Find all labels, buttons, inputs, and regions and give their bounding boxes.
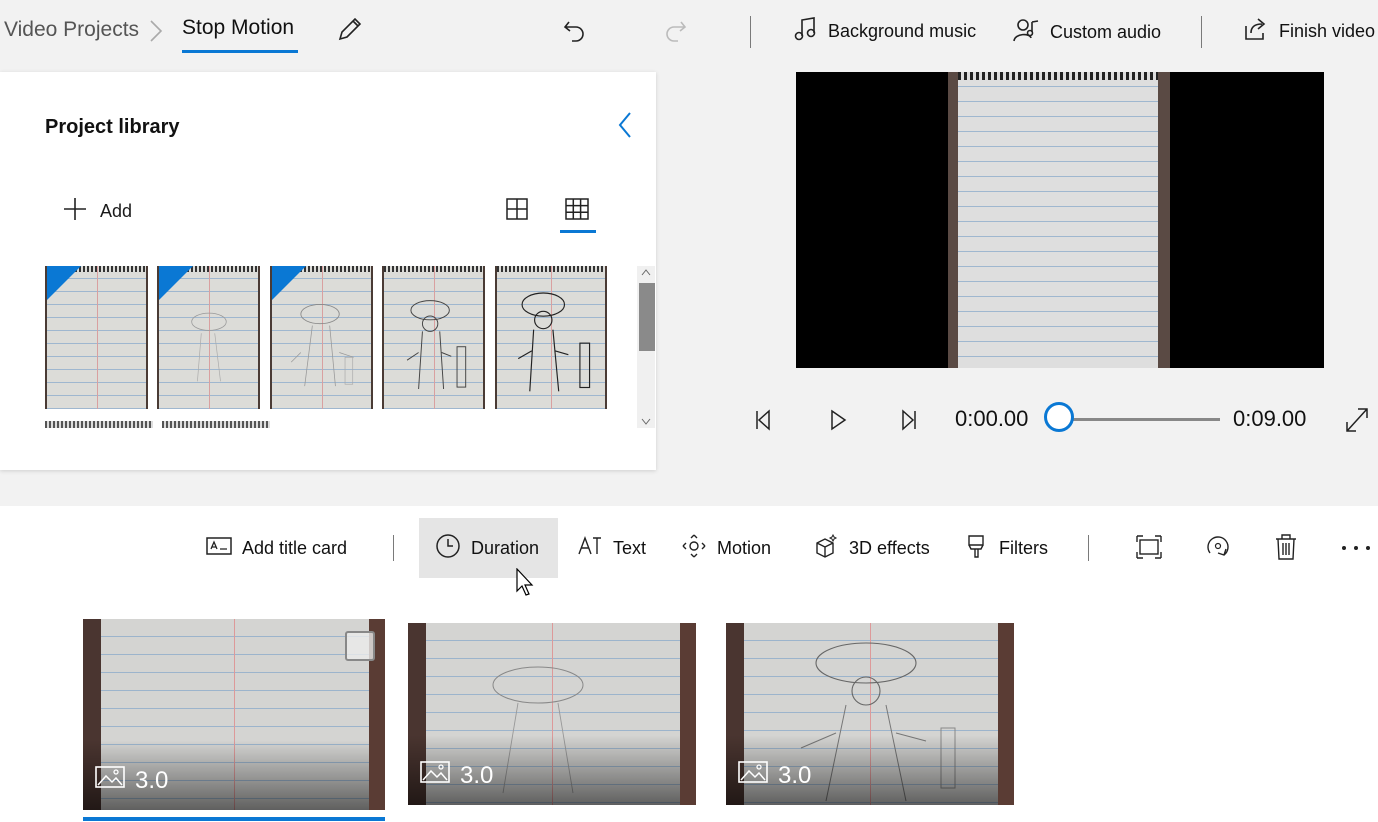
storyboard-clip[interactable]: 3.0 <box>408 623 696 805</box>
chevron-left-icon[interactable] <box>612 110 638 145</box>
text-icon <box>577 534 603 563</box>
chevron-right-icon <box>148 18 164 49</box>
toolbar-divider <box>1201 16 1202 48</box>
unused-media-corner-icon <box>272 266 306 300</box>
storyboard-clip[interactable]: 3.0 <box>83 619 385 810</box>
breadcrumb-current-underline <box>182 50 298 53</box>
3d-effects-icon <box>813 533 839 564</box>
toolbar-divider <box>1088 535 1089 561</box>
large-grid-view-icon[interactable] <box>505 197 529 226</box>
library-thumbnail-partial[interactable] <box>162 421 270 428</box>
finish-video-button[interactable]: Finish video <box>1243 16 1375 47</box>
storyboard-clip[interactable]: 3.0 <box>726 623 1014 805</box>
clip-select-checkbox[interactable] <box>345 631 375 661</box>
previous-frame-icon[interactable] <box>752 406 776 439</box>
music-note-icon <box>794 16 818 47</box>
text-button[interactable]: Text <box>577 530 646 566</box>
rotate-icon[interactable] <box>1204 533 1232 566</box>
top-bar: Video Projects Stop Motion Background mu… <box>0 0 1378 62</box>
clip-selected-indicator <box>83 817 385 821</box>
toolbar-divider <box>750 16 751 48</box>
delete-icon[interactable] <box>1274 533 1298 566</box>
fullscreen-icon[interactable] <box>1344 406 1370 439</box>
scroll-up-icon <box>641 269 651 276</box>
breadcrumb-current[interactable]: Stop Motion <box>182 16 294 40</box>
motion-label: Motion <box>717 537 772 558</box>
total-time: 0:09.00 <box>1233 406 1307 431</box>
person-audio-icon <box>1012 16 1040 49</box>
text-label: Text <box>613 537 647 558</box>
clip-duration: 3.0 <box>135 766 169 794</box>
clip-duration: 3.0 <box>460 761 494 789</box>
brush-icon <box>965 533 989 564</box>
add-media-label: Add <box>100 201 133 221</box>
unused-media-corner-icon <box>47 266 81 300</box>
clip-info: 3.0 <box>738 760 811 791</box>
add-title-card-label: Add title card <box>242 537 348 558</box>
clip-info: 3.0 <box>95 765 168 796</box>
undo-icon[interactable] <box>560 15 588 48</box>
custom-audio-button[interactable]: Custom audio <box>1012 16 1161 49</box>
library-thumbnail[interactable] <box>270 266 373 409</box>
image-icon <box>738 760 768 791</box>
redo-icon[interactable] <box>662 15 690 48</box>
motion-icon <box>681 533 707 564</box>
duration-label: Duration <box>471 537 540 558</box>
add-media-button[interactable]: Add <box>62 196 132 227</box>
background-music-label: Background music <box>828 21 977 41</box>
filters-label: Filters <box>999 537 1048 558</box>
small-grid-view-icon[interactable] <box>564 197 590 226</box>
next-frame-icon[interactable] <box>896 406 920 439</box>
unused-media-corner-icon <box>159 266 193 300</box>
current-time: 0:00.00 <box>955 406 1029 431</box>
mouse-cursor-icon <box>516 567 536 603</box>
title-card-icon <box>206 535 232 562</box>
custom-audio-label: Custom audio <box>1050 22 1162 42</box>
scroll-down-icon <box>641 418 651 425</box>
image-icon <box>95 765 125 796</box>
clock-icon <box>435 533 461 564</box>
background-music-button[interactable]: Background music <box>794 16 976 47</box>
pencil-icon[interactable] <box>336 15 364 48</box>
plus-icon <box>62 196 88 227</box>
library-thumbnail[interactable] <box>382 266 485 409</box>
preview-frame <box>948 72 1170 368</box>
library-thumbnail[interactable] <box>495 266 607 409</box>
share-icon <box>1243 16 1269 47</box>
library-thumbnail-partial[interactable] <box>45 421 153 428</box>
add-title-card-button[interactable]: Add title card <box>206 530 347 566</box>
library-thumbnail[interactable] <box>45 266 148 409</box>
finish-video-label: Finish video <box>1279 21 1376 41</box>
motion-button[interactable]: Motion <box>681 530 771 566</box>
resize-icon[interactable] <box>1135 534 1163 565</box>
duration-button[interactable]: Duration <box>435 530 539 566</box>
clip-duration: 3.0 <box>778 761 812 789</box>
video-preview[interactable] <box>796 72 1324 368</box>
library-thumbnail[interactable] <box>157 266 260 409</box>
filters-button[interactable]: Filters <box>965 530 1048 566</box>
play-icon[interactable] <box>826 406 850 439</box>
breadcrumb-root[interactable]: Video Projects <box>4 18 139 42</box>
library-scroll-thumb[interactable] <box>639 283 655 351</box>
seek-knob[interactable] <box>1044 402 1074 432</box>
image-icon <box>420 760 450 791</box>
more-options-icon[interactable] <box>1340 540 1372 561</box>
3d-effects-label: 3D effects <box>849 537 930 558</box>
clip-info: 3.0 <box>420 760 493 791</box>
project-library-title: Project library <box>45 116 180 138</box>
seek-track[interactable] <box>1062 418 1220 421</box>
view-selected-indicator <box>560 230 596 233</box>
3d-effects-button[interactable]: 3D effects <box>813 530 930 566</box>
toolbar-divider <box>393 535 394 561</box>
